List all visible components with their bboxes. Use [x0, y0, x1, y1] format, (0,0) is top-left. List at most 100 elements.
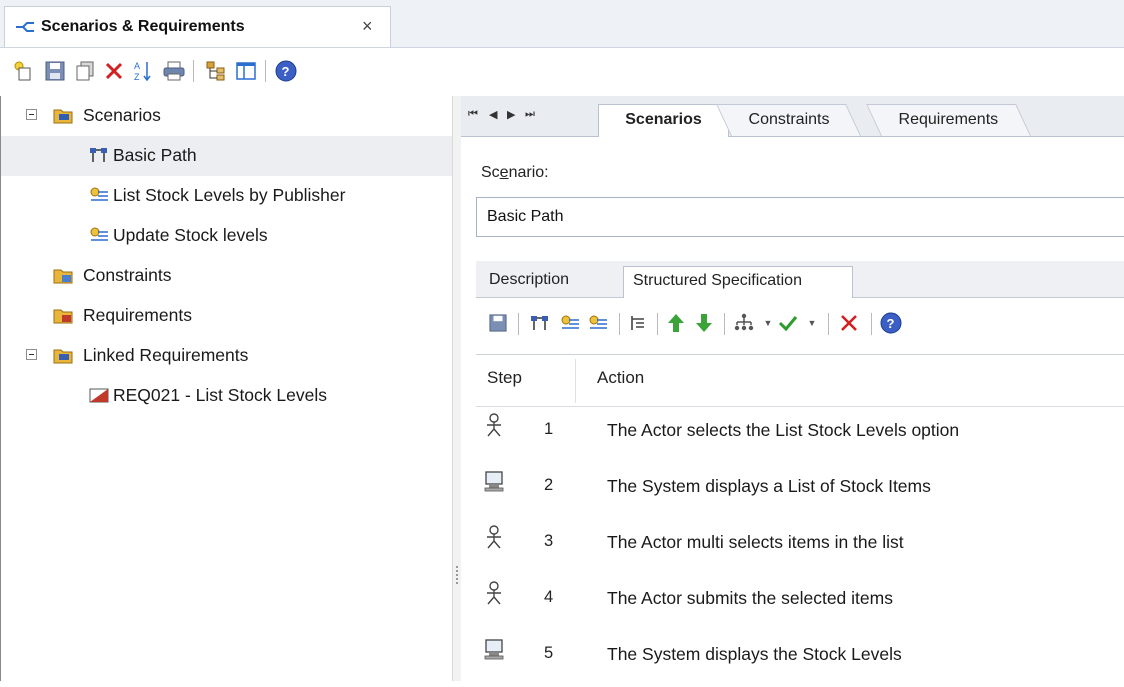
tab-requirements[interactable]: Requirements — [866, 104, 1031, 136]
column-header-action[interactable]: Action — [597, 368, 644, 388]
exception-path-icon[interactable] — [586, 311, 610, 335]
main-toolbar: AZ ? — [0, 48, 1124, 96]
actor-icon — [487, 525, 501, 549]
linked-requirements-folder-icon — [53, 349, 73, 364]
move-up-icon[interactable] — [664, 311, 688, 335]
svg-text:?: ? — [282, 64, 290, 79]
scenario-name-input[interactable] — [476, 197, 1124, 237]
tree-item-basic-path[interactable]: Basic Path — [1, 136, 453, 176]
grid-header: Step Action — [476, 355, 1124, 407]
collapse-icon[interactable] — [26, 109, 37, 120]
system-icon — [484, 471, 504, 492]
validate-dropdown-icon[interactable]: ▼ — [800, 311, 824, 335]
actor-icon — [487, 413, 501, 437]
requirement-icon — [89, 388, 109, 403]
tree-item-label: REQ021 - List Stock Levels — [113, 385, 327, 405]
svg-text:?: ? — [887, 316, 895, 331]
indent-icon[interactable] — [626, 311, 650, 335]
step-number: 2 — [544, 476, 554, 494]
copy-icon[interactable] — [72, 58, 98, 84]
delete-icon[interactable] — [837, 311, 861, 335]
previous-icon[interactable]: ◀ — [489, 108, 497, 121]
table-row[interactable]: 3 The Actor multi selects items in the l… — [476, 519, 1124, 575]
steps-grid: Step Action 1 The Actor selects the List… — [476, 354, 1124, 682]
splitter-grip[interactable] — [456, 566, 460, 584]
constraints-folder-icon — [53, 269, 73, 284]
step-number: 4 — [544, 588, 554, 606]
tree-item-list-stock-levels-by-publisher[interactable]: List Stock Levels by Publisher — [1, 176, 453, 216]
editor-tab-strip: ⏮ ◀ ▶ ⏭ Scenarios Constraints Requiremen… — [461, 96, 1124, 137]
tree-item-req021[interactable]: REQ021 - List Stock Levels — [1, 376, 453, 416]
toolbar-separator — [871, 313, 872, 335]
tree-item-label: Update Stock levels — [113, 225, 268, 245]
toolbar-separator — [724, 313, 725, 335]
column-header-step[interactable]: Step — [487, 368, 522, 388]
tree-item-update-stock-levels[interactable]: Update Stock levels — [1, 216, 453, 256]
toolbar-separator — [193, 60, 194, 82]
scenarios-tab-icon — [16, 22, 34, 32]
sub-tab-strip: Description Structured Specification — [476, 261, 1124, 298]
tab-scenarios[interactable]: Scenarios — [598, 104, 729, 137]
generate-icon[interactable] — [732, 311, 756, 335]
move-down-icon[interactable] — [692, 311, 716, 335]
tab-structured-specification[interactable]: Structured Specification — [623, 266, 853, 298]
insert-step-icon[interactable] — [528, 311, 552, 335]
alternate-path-icon[interactable] — [558, 311, 582, 335]
first-icon[interactable]: ⏮ — [468, 108, 478, 121]
requirements-folder-icon — [53, 309, 73, 324]
toolbar-separator — [657, 313, 658, 335]
table-row[interactable]: 4 The Actor submits the selected items — [476, 575, 1124, 631]
toolbar-separator — [265, 60, 266, 82]
last-icon[interactable]: ⏭ — [525, 108, 535, 121]
validate-icon[interactable] — [776, 311, 800, 335]
next-icon[interactable]: ▶ — [507, 108, 515, 121]
save-icon[interactable] — [42, 58, 68, 84]
tree-item-constraints[interactable]: Constraints — [1, 256, 453, 296]
step-action: The Actor multi selects items in the lis… — [607, 532, 904, 552]
sort-icon[interactable]: AZ — [130, 58, 156, 84]
save-icon[interactable] — [486, 311, 510, 335]
toolbar-separator — [619, 313, 620, 335]
specification-toolbar: ▼ ▼ ? — [476, 298, 1124, 350]
toolbar-separator — [828, 313, 829, 335]
basic-path-icon — [90, 148, 107, 162]
print-icon[interactable] — [161, 58, 187, 84]
delete-icon[interactable] — [101, 58, 127, 84]
tree-item-label: Basic Path — [113, 145, 197, 165]
alternate-path-icon — [90, 227, 108, 241]
layout-icon[interactable] — [233, 58, 259, 84]
close-icon[interactable]: × — [362, 16, 373, 37]
step-action: The System displays a List of Stock Item… — [607, 476, 931, 496]
tab-constraints[interactable]: Constraints — [716, 104, 861, 136]
scenario-label: Scenario: — [481, 164, 549, 181]
column-divider[interactable] — [575, 359, 576, 403]
tree-item-linked-requirements[interactable]: Linked Requirements — [1, 336, 453, 376]
step-action: The System displays the Stock Levels — [607, 644, 902, 664]
tree-item-label: Scenarios — [83, 105, 161, 125]
table-row[interactable]: 1 The Actor selects the List Stock Level… — [476, 407, 1124, 463]
system-icon — [484, 639, 504, 660]
toolbar-separator — [518, 313, 519, 335]
collapse-icon[interactable] — [26, 349, 37, 360]
svg-text:A: A — [134, 61, 140, 71]
actor-icon — [487, 581, 501, 605]
tab-label: Requirements — [898, 111, 999, 128]
table-row[interactable]: 2 The System displays a List of Stock It… — [476, 463, 1124, 519]
step-action: The Actor selects the List Stock Levels … — [607, 420, 960, 440]
step-number: 1 — [544, 420, 554, 438]
table-row[interactable]: 5 The System displays the Stock Levels — [476, 631, 1124, 687]
hierarchy-icon[interactable] — [203, 58, 229, 84]
document-tab-title: Scenarios & Requirements — [41, 18, 245, 35]
tree-item-requirements[interactable]: Requirements — [1, 296, 453, 336]
help-icon[interactable]: ? — [273, 58, 299, 84]
tab-description[interactable]: Description — [489, 266, 569, 297]
document-tab[interactable]: Scenarios & Requirements × — [4, 6, 391, 47]
tab-label: Constraints — [748, 111, 829, 128]
new-icon[interactable] — [10, 58, 36, 84]
step-number: 5 — [544, 644, 554, 662]
help-icon[interactable]: ? — [879, 311, 903, 335]
tree-item-label: Requirements — [83, 305, 192, 325]
step-number: 3 — [544, 532, 554, 550]
tree-item-scenarios[interactable]: Scenarios — [1, 96, 453, 136]
tab-label: Scenarios — [625, 111, 702, 128]
